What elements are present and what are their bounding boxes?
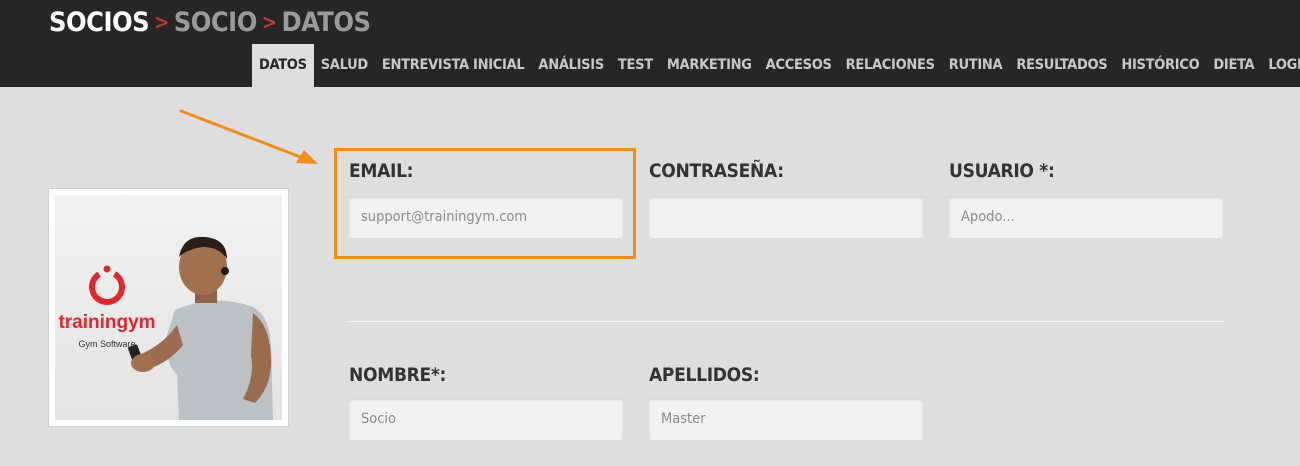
section-divider <box>349 321 1224 322</box>
tab-analisis[interactable]: ANÁLISIS <box>531 44 611 87</box>
breadcrumb-chevron-icon: > <box>261 10 277 34</box>
tab-marketing[interactable]: MARKETING <box>660 44 759 87</box>
brand-tagline-text: Gym Software <box>78 339 135 349</box>
tab-datos[interactable]: DATOS <box>252 44 314 87</box>
tab-rutina[interactable]: RUTINA <box>942 44 1010 87</box>
profile-photo-image: trainingym Gym Software <box>55 195 282 420</box>
tab-logros[interactable]: LOGROS <box>1261 44 1300 87</box>
tab-salud[interactable]: SALUD <box>314 44 375 87</box>
first-name-label: NOMBRE*: <box>349 364 447 386</box>
password-label: CONTRASEÑA: <box>649 160 784 182</box>
brand-logo-text: trainingym <box>58 312 155 333</box>
tab-test[interactable]: TEST <box>611 44 660 87</box>
tab-dieta[interactable]: DIETA <box>1206 44 1261 87</box>
breadcrumb-datos: DATOS <box>281 7 371 38</box>
tab-historico[interactable]: HISTÓRICO <box>1114 44 1206 87</box>
breadcrumb-chevron-icon: > <box>154 10 169 34</box>
last-name-input[interactable] <box>649 398 923 440</box>
tab-relaciones[interactable]: RELACIONES <box>839 44 942 87</box>
tab-entrevista-inicial[interactable]: ENTREVISTA INICIAL <box>375 44 532 87</box>
username-input[interactable] <box>949 196 1223 238</box>
tab-accesos[interactable]: ACCESOS <box>759 44 839 87</box>
password-input[interactable] <box>649 196 923 238</box>
profile-photo[interactable]: trainingym Gym Software <box>49 189 288 426</box>
tab-bar: DATOS SALUD ENTREVISTA INICIAL ANÁLISIS … <box>252 44 1300 87</box>
tab-resultados[interactable]: RESULTADOS <box>1009 44 1114 87</box>
username-label: USUARIO *: <box>949 160 1055 182</box>
breadcrumb-socio[interactable]: SOCIO <box>174 6 258 40</box>
person-illustration-icon: trainingym Gym Software <box>55 195 282 420</box>
breadcrumb-socios[interactable]: SOCIOS <box>49 6 150 40</box>
last-name-label: APELLIDOS: <box>649 364 760 386</box>
top-bar: SOCIOS > SOCIO > DATOS DATOS SALUD ENTRE… <box>0 0 1300 87</box>
email-input[interactable] <box>349 196 623 238</box>
breadcrumb: SOCIOS > SOCIO > DATOS <box>49 6 371 40</box>
first-name-input[interactable] <box>349 398 623 440</box>
email-label: EMAIL: <box>349 160 414 182</box>
